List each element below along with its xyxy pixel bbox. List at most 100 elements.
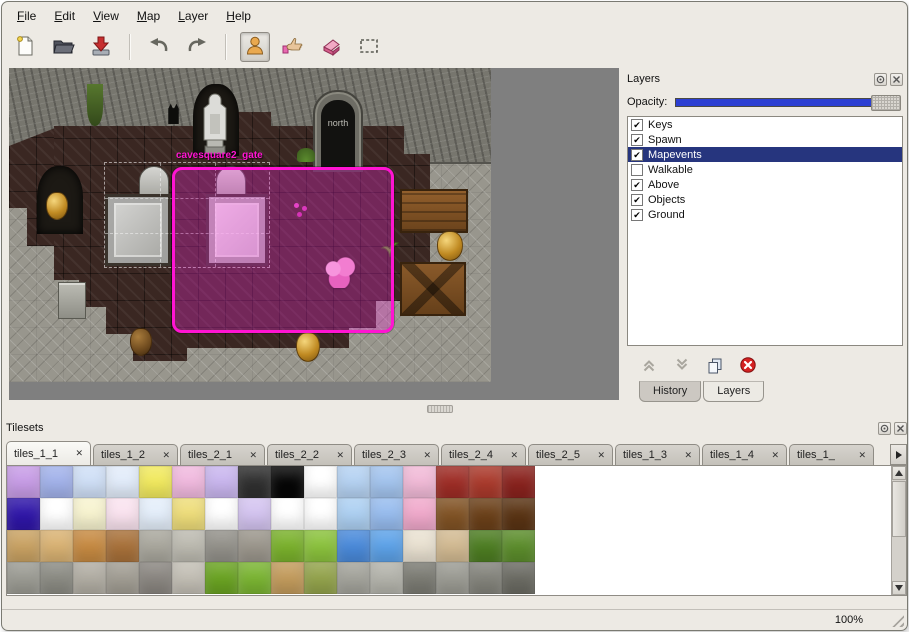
- tileset-tile[interactable]: [7, 498, 40, 530]
- tileset-tile[interactable]: [106, 562, 139, 594]
- layer-row-keys[interactable]: ✔Keys: [628, 117, 902, 132]
- paint-tool-button[interactable]: [278, 32, 308, 62]
- close-panel-button[interactable]: [894, 422, 907, 435]
- tileset-tile[interactable]: [238, 562, 271, 594]
- tileset-tile[interactable]: [106, 498, 139, 530]
- tileset-tile[interactable]: [337, 530, 370, 562]
- menu-view[interactable]: View: [84, 6, 128, 26]
- tileset-tile[interactable]: [304, 466, 337, 498]
- tileset-tab-tiles_2_3[interactable]: tiles_2_3✕: [354, 444, 439, 465]
- tab-close-icon[interactable]: ✕: [684, 450, 692, 461]
- tileset-tile[interactable]: [304, 498, 337, 530]
- menu-layer[interactable]: Layer: [169, 6, 217, 26]
- tileset-tile[interactable]: [436, 466, 469, 498]
- tileset-tile[interactable]: [205, 466, 238, 498]
- tileset-tile[interactable]: [139, 562, 172, 594]
- tileset-tile[interactable]: [271, 498, 304, 530]
- new-button[interactable]: [10, 32, 40, 62]
- layer-visibility-checkbox[interactable]: ✔: [631, 134, 643, 146]
- selection-rectangle[interactable]: [172, 167, 394, 333]
- tab-close-icon[interactable]: ✕: [162, 450, 170, 461]
- tileset-tile[interactable]: [40, 466, 73, 498]
- menu-file[interactable]: File: [8, 6, 45, 26]
- tileset-tile[interactable]: [502, 530, 535, 562]
- scroll-tabs-right-button[interactable]: [890, 444, 907, 465]
- close-panel-button[interactable]: [890, 73, 903, 86]
- layer-row-walkable[interactable]: Walkable: [628, 162, 902, 177]
- tileset-tile[interactable]: [370, 530, 403, 562]
- layer-row-above[interactable]: ✔Above: [628, 177, 902, 192]
- tileset-tile[interactable]: [469, 498, 502, 530]
- tileset-tile[interactable]: [7, 562, 40, 594]
- tab-close-icon[interactable]: ✕: [423, 450, 431, 461]
- tileset-tile[interactable]: [40, 530, 73, 562]
- tileset-tile[interactable]: [139, 466, 172, 498]
- tileset-tile[interactable]: [403, 466, 436, 498]
- tileset-tile[interactable]: [73, 466, 106, 498]
- stamp-tool-button[interactable]: [240, 32, 270, 62]
- vertical-scrollbar[interactable]: [891, 466, 906, 595]
- tileset-tab-tiles_2_1[interactable]: tiles_2_1✕: [180, 444, 265, 465]
- tileset-tile[interactable]: [238, 498, 271, 530]
- tileset-tile[interactable]: [271, 466, 304, 498]
- scroll-down-button[interactable]: [892, 581, 906, 595]
- tileset-tile[interactable]: [469, 466, 502, 498]
- tileset-tile[interactable]: [238, 530, 271, 562]
- tileset-tab-tiles_1_1[interactable]: tiles_1_1✕: [6, 441, 91, 465]
- tileset-tile[interactable]: [73, 530, 106, 562]
- tab-close-icon[interactable]: ✕: [336, 450, 344, 461]
- tileset-tile[interactable]: [271, 530, 304, 562]
- tileset-tile[interactable]: [304, 530, 337, 562]
- save-button[interactable]: [86, 32, 116, 62]
- resize-grip[interactable]: [891, 614, 904, 627]
- tileset-tile[interactable]: [403, 530, 436, 562]
- tileset-tile[interactable]: [172, 562, 205, 594]
- dock-tab-layers[interactable]: Layers: [703, 381, 764, 402]
- dock-tab-history[interactable]: History: [639, 381, 701, 402]
- tileset-tab-tiles_1_3[interactable]: tiles_1_3✕: [615, 444, 700, 465]
- tileset-tile[interactable]: [436, 530, 469, 562]
- tileset-tile[interactable]: [502, 466, 535, 498]
- tileset-tile[interactable]: [7, 530, 40, 562]
- layer-row-spawn[interactable]: ✔Spawn: [628, 132, 902, 147]
- tileset-tab-tiles_2_4[interactable]: tiles_2_4✕: [441, 444, 526, 465]
- tileset-tile[interactable]: [502, 498, 535, 530]
- undo-button[interactable]: [144, 32, 174, 62]
- splitter-grip-icon[interactable]: [427, 405, 453, 413]
- layer-row-objects[interactable]: ✔Objects: [628, 192, 902, 207]
- eraser-tool-button[interactable]: [316, 32, 346, 62]
- layer-row-ground[interactable]: ✔Ground: [628, 207, 902, 222]
- open-button[interactable]: [48, 32, 78, 62]
- tab-close-icon[interactable]: ✕: [858, 450, 866, 461]
- tileset-tile[interactable]: [469, 530, 502, 562]
- tileset-tile[interactable]: [139, 530, 172, 562]
- tileset-tile[interactable]: [73, 562, 106, 594]
- tileset-tile[interactable]: [106, 466, 139, 498]
- tileset-tile[interactable]: [502, 562, 535, 594]
- opacity-slider[interactable]: [675, 98, 901, 107]
- tileset-tab-tiles_2_5[interactable]: tiles_2_5✕: [528, 444, 613, 465]
- delete-layer-button[interactable]: [738, 357, 758, 377]
- tileset-tile[interactable]: [7, 466, 40, 498]
- tileset-tile[interactable]: [370, 466, 403, 498]
- tileset-tab-tiles_1_4[interactable]: tiles_1_4✕: [702, 444, 787, 465]
- float-panel-button[interactable]: [878, 422, 891, 435]
- tileset-tile[interactable]: [73, 498, 106, 530]
- lower-layer-button[interactable]: [672, 357, 692, 377]
- tab-close-icon[interactable]: ✕: [597, 450, 605, 461]
- layer-visibility-checkbox[interactable]: ✔: [631, 149, 643, 161]
- tileset-tile[interactable]: [40, 562, 73, 594]
- tileset-tile[interactable]: [205, 498, 238, 530]
- tileset-tile[interactable]: [238, 466, 271, 498]
- tileset-tile[interactable]: [403, 562, 436, 594]
- tab-close-icon[interactable]: ✕: [510, 450, 518, 461]
- tileset-tile[interactable]: [106, 530, 139, 562]
- menu-map[interactable]: Map: [128, 6, 169, 26]
- tileset-tile[interactable]: [436, 498, 469, 530]
- tileset-tab-tiles_2_2[interactable]: tiles_2_2✕: [267, 444, 352, 465]
- tab-close-icon[interactable]: ✕: [771, 450, 779, 461]
- tileset-tile[interactable]: [436, 562, 469, 594]
- tileset-tile[interactable]: [271, 562, 304, 594]
- layer-visibility-checkbox[interactable]: ✔: [631, 194, 643, 206]
- raise-layer-button[interactable]: [639, 357, 659, 377]
